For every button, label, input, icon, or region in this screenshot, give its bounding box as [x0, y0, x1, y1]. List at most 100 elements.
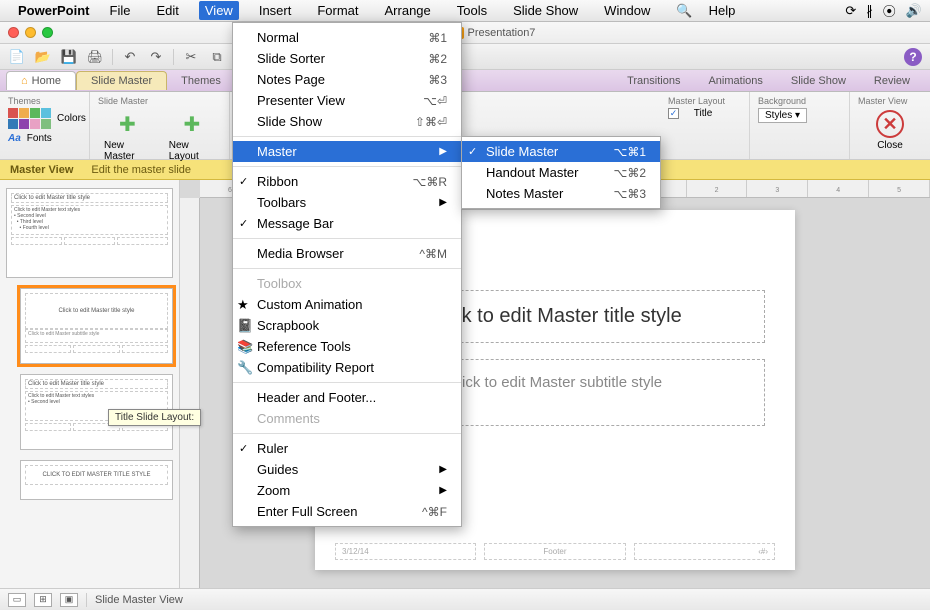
master-submenu: ✓Slide Master⌥⌘1 Handout Master⌥⌘2 Notes… — [461, 136, 661, 209]
copy-icon[interactable]: ⧉ — [208, 48, 226, 66]
menuitem-ribbon[interactable]: ✓Ribbon⌥⌘R — [233, 171, 461, 192]
menuitem-normal[interactable]: Normal⌘1 — [233, 27, 461, 48]
colors-dropdown[interactable]: Colors — [57, 113, 86, 124]
window-minimize-button[interactable] — [25, 27, 36, 38]
slideshow-view-button[interactable]: ▣ — [60, 593, 78, 607]
menuitem-fullscreen[interactable]: Enter Full Screen^⌘F — [233, 501, 461, 522]
menuitem-notes-page[interactable]: Notes Page⌘3 — [233, 69, 461, 90]
thumbnail-title-slide-layout[interactable]: Click to edit Master title style Click t… — [20, 288, 173, 364]
group-slidemaster-label: Slide Master — [98, 96, 221, 106]
date-placeholder[interactable]: 3/12/14 — [335, 543, 476, 560]
menuitem-slide-master[interactable]: ✓Slide Master⌥⌘1 — [462, 141, 660, 162]
menu-arrange[interactable]: Arrange — [379, 1, 437, 20]
wrench-icon: 🔧 — [237, 360, 253, 376]
app-name[interactable]: PowerPoint — [18, 3, 90, 18]
thumbnail-layout-3[interactable]: CLICK TO EDIT MASTER TITLE STYLE — [20, 460, 173, 500]
group-masterview-label: Master View — [858, 96, 922, 106]
wifi-icon[interactable]: ⦿ — [883, 1, 896, 20]
save-icon[interactable]: 💾 — [60, 48, 78, 66]
quick-access-toolbar: 📄 📂 💾 🖨 ↶ ↷ ✂ ⧉ 📋 🖌 ? — [0, 44, 930, 70]
footer-placeholder[interactable]: Footer — [484, 543, 625, 560]
menu-slideshow[interactable]: Slide Show — [507, 1, 584, 20]
check-icon: ✓ — [468, 145, 477, 158]
menuitem-presenter-view[interactable]: Presenter View⌥⏎ — [233, 90, 461, 111]
open-file-icon[interactable]: 📂 — [34, 48, 52, 66]
ribbon-tabbar: ⌂Home Slide Master Themes Transitions An… — [0, 70, 930, 92]
window-zoom-button[interactable] — [42, 27, 53, 38]
section-toolbox: Toolbox — [233, 273, 461, 294]
redo-icon[interactable]: ↷ — [147, 48, 165, 66]
print-icon[interactable]: 🖨 — [86, 48, 104, 66]
thumbnail-tooltip: Title Slide Layout: — [108, 409, 201, 426]
tab-home[interactable]: ⌂Home — [6, 71, 76, 90]
menuitem-custom-animation[interactable]: ★Custom Animation — [233, 294, 461, 315]
thumbnail-master[interactable]: Click to edit Master title style Click t… — [6, 188, 173, 278]
help-icon[interactable]: ? — [904, 48, 922, 66]
new-master-button[interactable]: ✚ New Master — [98, 108, 157, 164]
menu-format[interactable]: Format — [311, 1, 364, 20]
menuitem-slideshow[interactable]: Slide Show⇧⌘⏎ — [233, 111, 461, 132]
menuitem-scrapbook[interactable]: 📓Scrapbook — [233, 315, 461, 336]
cut-icon[interactable]: ✂ — [182, 48, 200, 66]
menu-window[interactable]: Window — [598, 1, 656, 20]
sync-icon[interactable]: ⟳ — [845, 3, 856, 19]
statusbar-text: Slide Master View — [95, 594, 183, 606]
star-icon: ★ — [237, 297, 249, 313]
group-themes-label: Themes — [8, 96, 81, 106]
sorter-view-button[interactable]: ⊞ — [34, 593, 52, 607]
menuitem-notes-master[interactable]: Notes Master⌥⌘3 — [462, 183, 660, 204]
new-layout-button[interactable]: ✚ New Layout — [163, 108, 221, 164]
close-master-button[interactable]: ✕ Close — [858, 108, 922, 153]
check-icon: ✓ — [239, 442, 248, 455]
thumbnail-panel[interactable]: Click to edit Master title style Click t… — [0, 180, 180, 588]
menuitem-comments: Comments — [233, 408, 461, 429]
menuitem-reference-tools[interactable]: 📚Reference Tools — [233, 336, 461, 357]
menu-file[interactable]: File — [104, 1, 137, 20]
tab-transitions[interactable]: Transitions — [613, 72, 694, 90]
normal-view-button[interactable]: ▭ — [8, 593, 26, 607]
home-icon: ⌂ — [21, 75, 28, 87]
new-file-icon[interactable]: 📄 — [8, 48, 26, 66]
menuitem-compatibility-report[interactable]: 🔧Compatibility Report — [233, 357, 461, 378]
menuitem-ruler[interactable]: ✓Ruler — [233, 438, 461, 459]
check-icon: ✓ — [239, 175, 248, 188]
submenu-arrow-icon: ▶ — [409, 464, 447, 475]
tab-themes[interactable]: Themes — [167, 72, 235, 90]
menuitem-handout-master[interactable]: Handout Master⌥⌘2 — [462, 162, 660, 183]
menuitem-zoom[interactable]: Zoom▶ — [233, 480, 461, 501]
menuitem-media-browser[interactable]: Media Browser^⌘M — [233, 243, 461, 264]
fonts-icon: Aa — [8, 133, 21, 144]
banner-text: Edit the master slide — [91, 164, 191, 176]
window-close-button[interactable] — [8, 27, 19, 38]
menuitem-slide-sorter[interactable]: Slide Sorter⌘2 — [233, 48, 461, 69]
submenu-arrow-icon: ▶ — [409, 197, 447, 208]
menuitem-message-bar[interactable]: ✓Message Bar — [233, 213, 461, 234]
title-checkbox[interactable]: ✓ — [668, 108, 679, 119]
main-area: Click to edit Master title style Click t… — [0, 180, 930, 588]
new-layout-icon: ✚ — [178, 110, 206, 138]
menu-view[interactable]: View — [199, 1, 239, 20]
mac-menubar: PowerPoint File Edit View Insert Format … — [0, 0, 930, 22]
menuitem-guides[interactable]: Guides▶ — [233, 459, 461, 480]
tab-animations[interactable]: Animations — [694, 72, 776, 90]
window-controls — [8, 27, 53, 38]
menu-edit[interactable]: Edit — [150, 1, 184, 20]
menu-tools[interactable]: Tools — [451, 1, 493, 20]
volume-icon[interactable]: 🔊 — [906, 3, 922, 19]
undo-icon[interactable]: ↶ — [121, 48, 139, 66]
theme-colors-swatch[interactable] — [8, 108, 51, 129]
tab-slide-master[interactable]: Slide Master — [76, 71, 167, 90]
tab-slideshow[interactable]: Slide Show — [777, 72, 860, 90]
menu-help[interactable]: Help — [703, 1, 742, 20]
menu-insert[interactable]: Insert — [253, 1, 298, 20]
styles-dropdown[interactable]: Styles ▾ — [758, 108, 807, 123]
menuitem-master[interactable]: Master▶ — [233, 141, 461, 162]
menuitem-toolbars[interactable]: Toolbars▶ — [233, 192, 461, 213]
tab-review[interactable]: Review — [860, 72, 924, 90]
fonts-dropdown[interactable]: Fonts — [27, 133, 52, 144]
slidenum-placeholder[interactable]: ‹#› — [634, 543, 775, 560]
statusbar: ▭ ⊞ ▣ Slide Master View — [0, 588, 930, 610]
bluetooth-icon[interactable]: ∦ — [866, 3, 873, 19]
vertical-ruler — [180, 198, 200, 588]
menuitem-header-footer[interactable]: Header and Footer... — [233, 387, 461, 408]
